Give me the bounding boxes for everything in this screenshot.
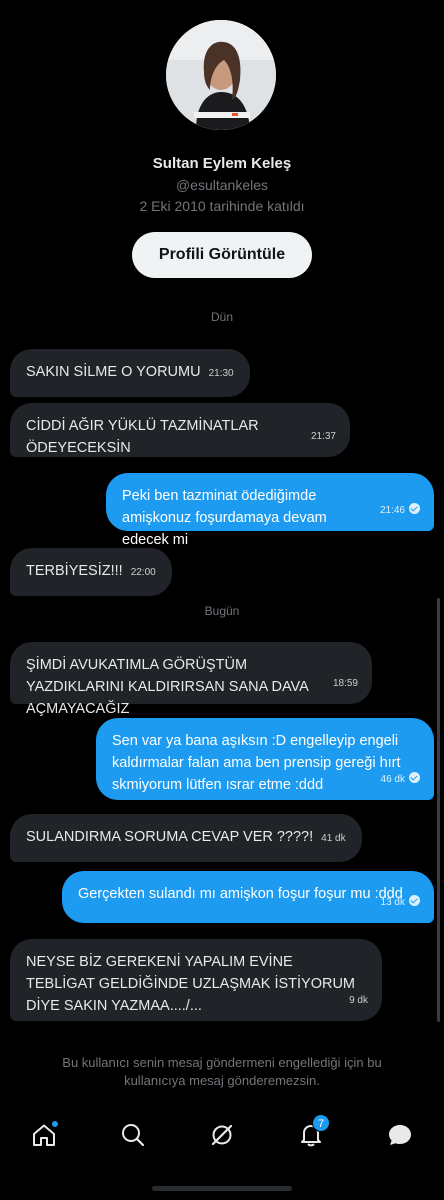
view-profile-button[interactable]: Profili Görüntüle [132,232,312,278]
bottom-tab-bar: 7 [0,1110,444,1160]
home-notification-dot [51,1120,59,1128]
seen-check-icon [409,895,420,906]
message-time: 21:37 [310,431,336,442]
message-incoming[interactable]: ŞİMDİ AVUKATIMLA GÖRÜŞTÜM YAZDIKLARINI K… [10,642,372,717]
message-time-status: 13 dk [381,892,420,914]
day-separator-yesterday: Dün [210,310,233,324]
tab-home[interactable] [29,1120,59,1150]
message-time: 22:00 [130,567,156,578]
message-time: 21:30 [208,368,234,379]
message-time: 21:46 [379,505,405,516]
message-time: 13 dk [380,897,405,908]
tab-messages[interactable] [385,1120,415,1150]
message-outgoing[interactable]: Peki ben tazminat ödediğimde amişkonuz f… [106,473,434,548]
message-incoming[interactable]: NEYSE BİZ GEREKENİ YAPALIM EVİNE TEBLİGA… [10,939,382,1021]
avatar-photo [166,20,276,130]
message-incoming[interactable]: CİDDİ AĞIR YÜKLÜ TAZMİNATLAR ÖDEYECEKSİN… [10,403,350,457]
message-time: 41 dk [321,833,346,844]
message-incoming[interactable]: SAKIN SİLME O YORUMU 21:30 [10,349,250,397]
message-outgoing[interactable]: Gerçekten sulandı mı amişkon foşur foşur… [62,871,434,923]
message-incoming[interactable]: SULANDIRMA SORUMA CEVAP VER ????! 41 dk [10,814,362,862]
seen-check-icon [409,503,420,514]
message-text: NEYSE BİZ GEREKENİ YAPALIM EVİNE TEBLİGA… [26,954,355,1014]
message-time: 46 dk [380,774,405,785]
tab-notifications[interactable]: 7 [296,1114,330,1150]
day-separator-today: Bugün [204,604,240,618]
profile-name: Sultan Eylem Keleş [152,155,292,172]
blocked-notice: Bu kullanıcı senin mesaj göndermeni enge… [62,1055,382,1088]
message-time-status: 21:46 [380,500,420,522]
grok-icon [211,1124,233,1146]
scrollbar[interactable] [437,598,440,1022]
message-text: Peki ben tazminat ödediğimde amişkonuz f… [122,488,327,548]
message-time-status: 46 dk [381,769,420,791]
message-time: 18:59 [332,678,358,689]
search-icon [122,1124,145,1147]
profile-handle: @esultankeles [175,177,269,193]
home-indicator [152,1186,292,1191]
message-outgoing[interactable]: Sen var ya bana aşıksın :D engelleyip en… [96,718,434,800]
message-text: TERBİYESİZ!!! [26,563,123,579]
profile-joined-date: 2 Eki 2010 tarihinde katıldı [139,198,305,214]
tab-grok[interactable] [207,1120,237,1150]
message-text: ŞİMDİ AVUKATIMLA GÖRÜŞTÜM YAZDIKLARINI K… [26,657,309,717]
message-text: SAKIN SİLME O YORUMU [26,364,201,380]
message-time: 9 dk [349,995,368,1006]
tab-search[interactable] [118,1120,148,1150]
message-text: SULANDIRMA SORUMA CEVAP VER ????! [26,829,314,845]
message-incoming[interactable]: TERBİYESİZ!!! 22:00 [10,548,172,596]
notification-count-badge: 7 [312,1114,330,1132]
message-text: Sen var ya bana aşıksın :D engelleyip en… [112,733,401,793]
seen-check-icon [409,772,420,783]
profile-avatar[interactable] [166,20,276,130]
messages-icon [389,1125,411,1145]
message-text: CİDDİ AĞIR YÜKLÜ TAZMİNATLAR ÖDEYECEKSİN [26,418,259,456]
message-text: Gerçekten sulandı mı amişkon foşur foşur… [78,886,403,902]
